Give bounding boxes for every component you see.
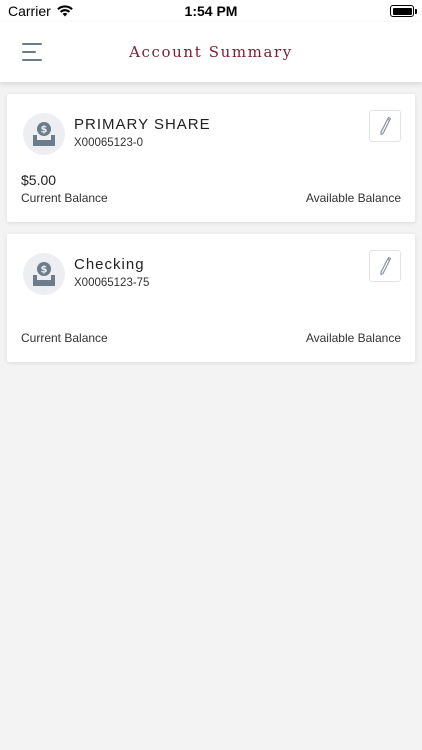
- carrier-label: Carrier: [8, 3, 51, 19]
- account-number: X00065123-0: [74, 137, 144, 149]
- available-balance-label: Available Balance: [305, 191, 401, 205]
- money-deposit-icon: $: [33, 122, 55, 146]
- current-balance-amount: $5.00: [21, 172, 57, 188]
- account-card[interactable]: $ PRIMARY SHARE X00065123-0 $5.00 Curren…: [7, 94, 415, 222]
- menu-line: [22, 43, 42, 45]
- current-balance-label: Current Balance: [21, 331, 108, 345]
- account-avatar: $: [23, 253, 65, 295]
- account-card[interactable]: $ Checking X00065123-75 Current Balance …: [7, 234, 415, 362]
- battery-icon: [390, 5, 417, 17]
- wifi-icon: [56, 5, 73, 17]
- svg-text:$: $: [41, 125, 48, 136]
- svg-text:$: $: [41, 265, 48, 276]
- account-name: PRIMARY SHARE: [74, 116, 211, 133]
- account-name: Checking: [74, 256, 145, 273]
- menu-line: [22, 51, 36, 53]
- account-number: X00065123-75: [74, 277, 150, 289]
- hamburger-menu-icon[interactable]: [22, 43, 42, 61]
- money-deposit-icon: $: [33, 262, 55, 286]
- available-balance-label: Available Balance: [305, 331, 401, 345]
- page-title: Account Summary: [129, 43, 293, 61]
- battery-fill: [392, 7, 412, 15]
- navigation-bar: Account Summary: [0, 22, 422, 82]
- status-bar: Carrier 1:54 PM: [0, 0, 422, 22]
- pencil-icon: [380, 256, 392, 276]
- account-avatar: $: [23, 113, 65, 155]
- status-left: Carrier: [8, 3, 73, 19]
- current-balance-label: Current Balance: [21, 191, 108, 205]
- edit-account-button[interactable]: [369, 250, 401, 282]
- pencil-icon: [380, 116, 392, 136]
- edit-account-button[interactable]: [369, 110, 401, 142]
- menu-line: [22, 59, 42, 61]
